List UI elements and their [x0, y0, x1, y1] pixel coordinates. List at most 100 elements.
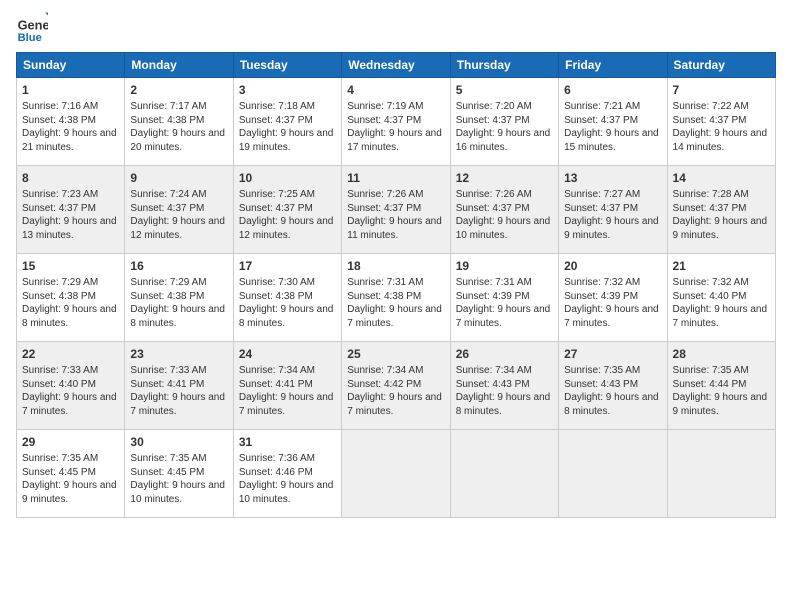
sunrise-label: Sunrise: 7:25 AM: [239, 189, 315, 200]
sunset-label: Sunset: 4:40 PM: [673, 291, 747, 302]
sunrise-label: Sunrise: 7:29 AM: [22, 277, 98, 288]
calendar-day-cell: 16 Sunrise: 7:29 AM Sunset: 4:38 PM Dayligh…: [125, 254, 233, 342]
day-number: 10: [239, 170, 336, 186]
header-thursday: Thursday: [450, 53, 558, 78]
sunset-label: Sunset: 4:43 PM: [564, 379, 638, 390]
calendar-day-cell: 15Sunrise: 7:29 AMSunset: 4:38 PMDayligh…: [17, 254, 125, 342]
day-number: 1: [22, 82, 119, 98]
header-friday: Friday: [559, 53, 667, 78]
sunset-label: Sunset: 4:45 PM: [22, 467, 96, 478]
calendar-day-cell: 2 Sunrise: 7:17 AM Sunset: 4:38 PM Daylight…: [125, 78, 233, 166]
day-number: 16: [130, 258, 227, 274]
calendar-day-cell: 4Sunrise: 7:19 AMSunset: 4:37 PMDaylight…: [342, 78, 450, 166]
calendar-page: General Blue Sunday Monday Tuesday Wedne…: [0, 0, 792, 612]
calendar-day-cell: 9Sunrise: 7:24 AMSunset: 4:37 PMDaylight…: [125, 166, 233, 254]
calendar-day-cell: 5Sunrise: 7:20 AMSunset: 4:37 PMDaylight…: [450, 78, 558, 166]
sunrise-label: Sunrise: 7:28 AM: [673, 189, 749, 200]
daylight-label: Daylight: 9 hours and 7 minutes.: [564, 304, 659, 329]
daylight-label: Daylight: 9 hours and 7 minutes.: [130, 392, 225, 417]
sunset-label: Sunset: 4:41 PM: [130, 379, 204, 390]
sunset-label: Sunset: 4:37 PM: [673, 115, 747, 126]
calendar-empty-cell: [559, 430, 667, 518]
sunrise-label: Sunrise: 7:24 AM: [130, 189, 206, 200]
daylight-label: Daylight: 9 hours and 12 minutes.: [239, 216, 334, 241]
calendar-day-cell: 7Sunrise: 7:22 AMSunset: 4:37 PMDaylight…: [667, 78, 775, 166]
sunset-label: Sunset: 4:37 PM: [239, 203, 313, 214]
calendar-day-cell: 26Sunrise: 7:34 AMSunset: 4:43 PMDayligh…: [450, 342, 558, 430]
calendar-day-cell: 6Sunrise: 7:21 AMSunset: 4:37 PMDaylight…: [559, 78, 667, 166]
day-number: 13: [564, 170, 661, 186]
daylight-label: Daylight: 9 hours and 15 minutes.: [564, 128, 659, 153]
header-wednesday: Wednesday: [342, 53, 450, 78]
sunrise-label: Sunrise: 7:18 AM: [239, 101, 315, 112]
sunset-label: Sunset: 4:38 PM: [130, 115, 204, 126]
daylight-label: Daylight: 9 hours and 7 minutes.: [456, 304, 551, 329]
sunset-label: Sunset: 4:46 PM: [239, 467, 313, 478]
calendar-day-cell: 31Sunrise: 7:36 AMSunset: 4:46 PMDayligh…: [233, 430, 341, 518]
day-number: 8: [22, 170, 119, 186]
sunset-label: Sunset: 4:38 PM: [130, 291, 204, 302]
daylight-label: Daylight: 9 hours and 9 minutes.: [564, 216, 659, 241]
day-number: 7: [673, 82, 770, 98]
calendar-empty-cell: [667, 430, 775, 518]
daylight-label: Daylight: 9 hours and 16 minutes.: [456, 128, 551, 153]
day-number: 11: [347, 170, 444, 186]
header-tuesday: Tuesday: [233, 53, 341, 78]
calendar-day-cell: 19Sunrise: 7:31 AMSunset: 4:39 PMDayligh…: [450, 254, 558, 342]
header-sunday: Sunday: [17, 53, 125, 78]
sunrise-label: Sunrise: 7:22 AM: [673, 101, 749, 112]
daylight-label: Daylight: 9 hours and 19 minutes.: [239, 128, 334, 153]
calendar-day-cell: 13 Sunrise: 7:27 AM Sunset: 4:37 PM Dayligh…: [559, 166, 667, 254]
daylight-label: Daylight: 9 hours and 7 minutes.: [22, 392, 117, 417]
day-number: 27: [564, 346, 661, 362]
daylight-label: Daylight: 9 hours and 7 minutes.: [347, 392, 442, 417]
sunrise-label: Sunrise: 7:31 AM: [456, 277, 532, 288]
daylight-label: Daylight: 9 hours and 8 minutes.: [564, 392, 659, 417]
sunrise-label: Sunrise: 7:31 AM: [347, 277, 423, 288]
daylight-label: Daylight: 9 hours and 20 minutes.: [130, 128, 225, 153]
sunrise-label: Sunrise: 7:34 AM: [456, 365, 532, 376]
calendar-day-cell: 29Sunrise: 7:35 AMSunset: 4:45 PMDayligh…: [17, 430, 125, 518]
sunrise-label: Sunrise: 7:34 AM: [239, 365, 315, 376]
day-number: 9: [130, 170, 227, 186]
weekday-header-row: Sunday Monday Tuesday Wednesday Thursday…: [17, 53, 776, 78]
day-number: 31: [239, 434, 336, 450]
daylight-label: Daylight: 9 hours and 10 minutes.: [130, 480, 225, 505]
day-number: 3: [239, 82, 336, 98]
day-number: 6: [564, 82, 661, 98]
calendar-day-cell: 14Sunrise: 7:28 AMSunset: 4:37 PMDayligh…: [667, 166, 775, 254]
day-number: 29: [22, 434, 119, 450]
day-number: 21: [673, 258, 770, 274]
daylight-label: Daylight: 9 hours and 8 minutes.: [456, 392, 551, 417]
sunrise-label: Sunrise: 7:33 AM: [130, 365, 206, 376]
header-monday: Monday: [125, 53, 233, 78]
sunrise-label: Sunrise: 7:17 AM: [130, 101, 206, 112]
sunrise-label: Sunrise: 7:27 AM: [564, 189, 640, 200]
sunset-label: Sunset: 4:41 PM: [239, 379, 313, 390]
daylight-label: Daylight: 9 hours and 17 minutes.: [347, 128, 442, 153]
day-number: 28: [673, 346, 770, 362]
daylight-label: Daylight: 9 hours and 7 minutes.: [347, 304, 442, 329]
calendar-week-row: 22Sunrise: 7:33 AMSunset: 4:40 PMDayligh…: [17, 342, 776, 430]
day-number: 2: [130, 82, 227, 98]
sunset-label: Sunset: 4:37 PM: [239, 115, 313, 126]
svg-text:Blue: Blue: [18, 32, 42, 44]
sunrise-label: Sunrise: 7:35 AM: [22, 453, 98, 464]
calendar-day-cell: 18Sunrise: 7:31 AMSunset: 4:38 PMDayligh…: [342, 254, 450, 342]
sunrise-label: Sunrise: 7:29 AM: [130, 277, 206, 288]
daylight-label: Daylight: 9 hours and 9 minutes.: [673, 392, 768, 417]
daylight-label: Daylight: 9 hours and 8 minutes.: [130, 304, 225, 329]
sunrise-label: Sunrise: 7:26 AM: [347, 189, 423, 200]
sunset-label: Sunset: 4:37 PM: [564, 115, 638, 126]
sunrise-label: Sunrise: 7:35 AM: [130, 453, 206, 464]
calendar-day-cell: 20Sunrise: 7:32 AMSunset: 4:39 PMDayligh…: [559, 254, 667, 342]
sunset-label: Sunset: 4:44 PM: [673, 379, 747, 390]
sunset-label: Sunset: 4:37 PM: [456, 115, 530, 126]
daylight-label: Daylight: 9 hours and 13 minutes.: [22, 216, 117, 241]
calendar-empty-cell: [450, 430, 558, 518]
day-number: 19: [456, 258, 553, 274]
calendar-day-cell: 3 Sunrise: 7:18 AM Sunset: 4:37 PM Daylight…: [233, 78, 341, 166]
sunset-label: Sunset: 4:37 PM: [564, 203, 638, 214]
svg-text:General: General: [18, 18, 48, 33]
calendar-day-cell: 28Sunrise: 7:35 AMSunset: 4:44 PMDayligh…: [667, 342, 775, 430]
